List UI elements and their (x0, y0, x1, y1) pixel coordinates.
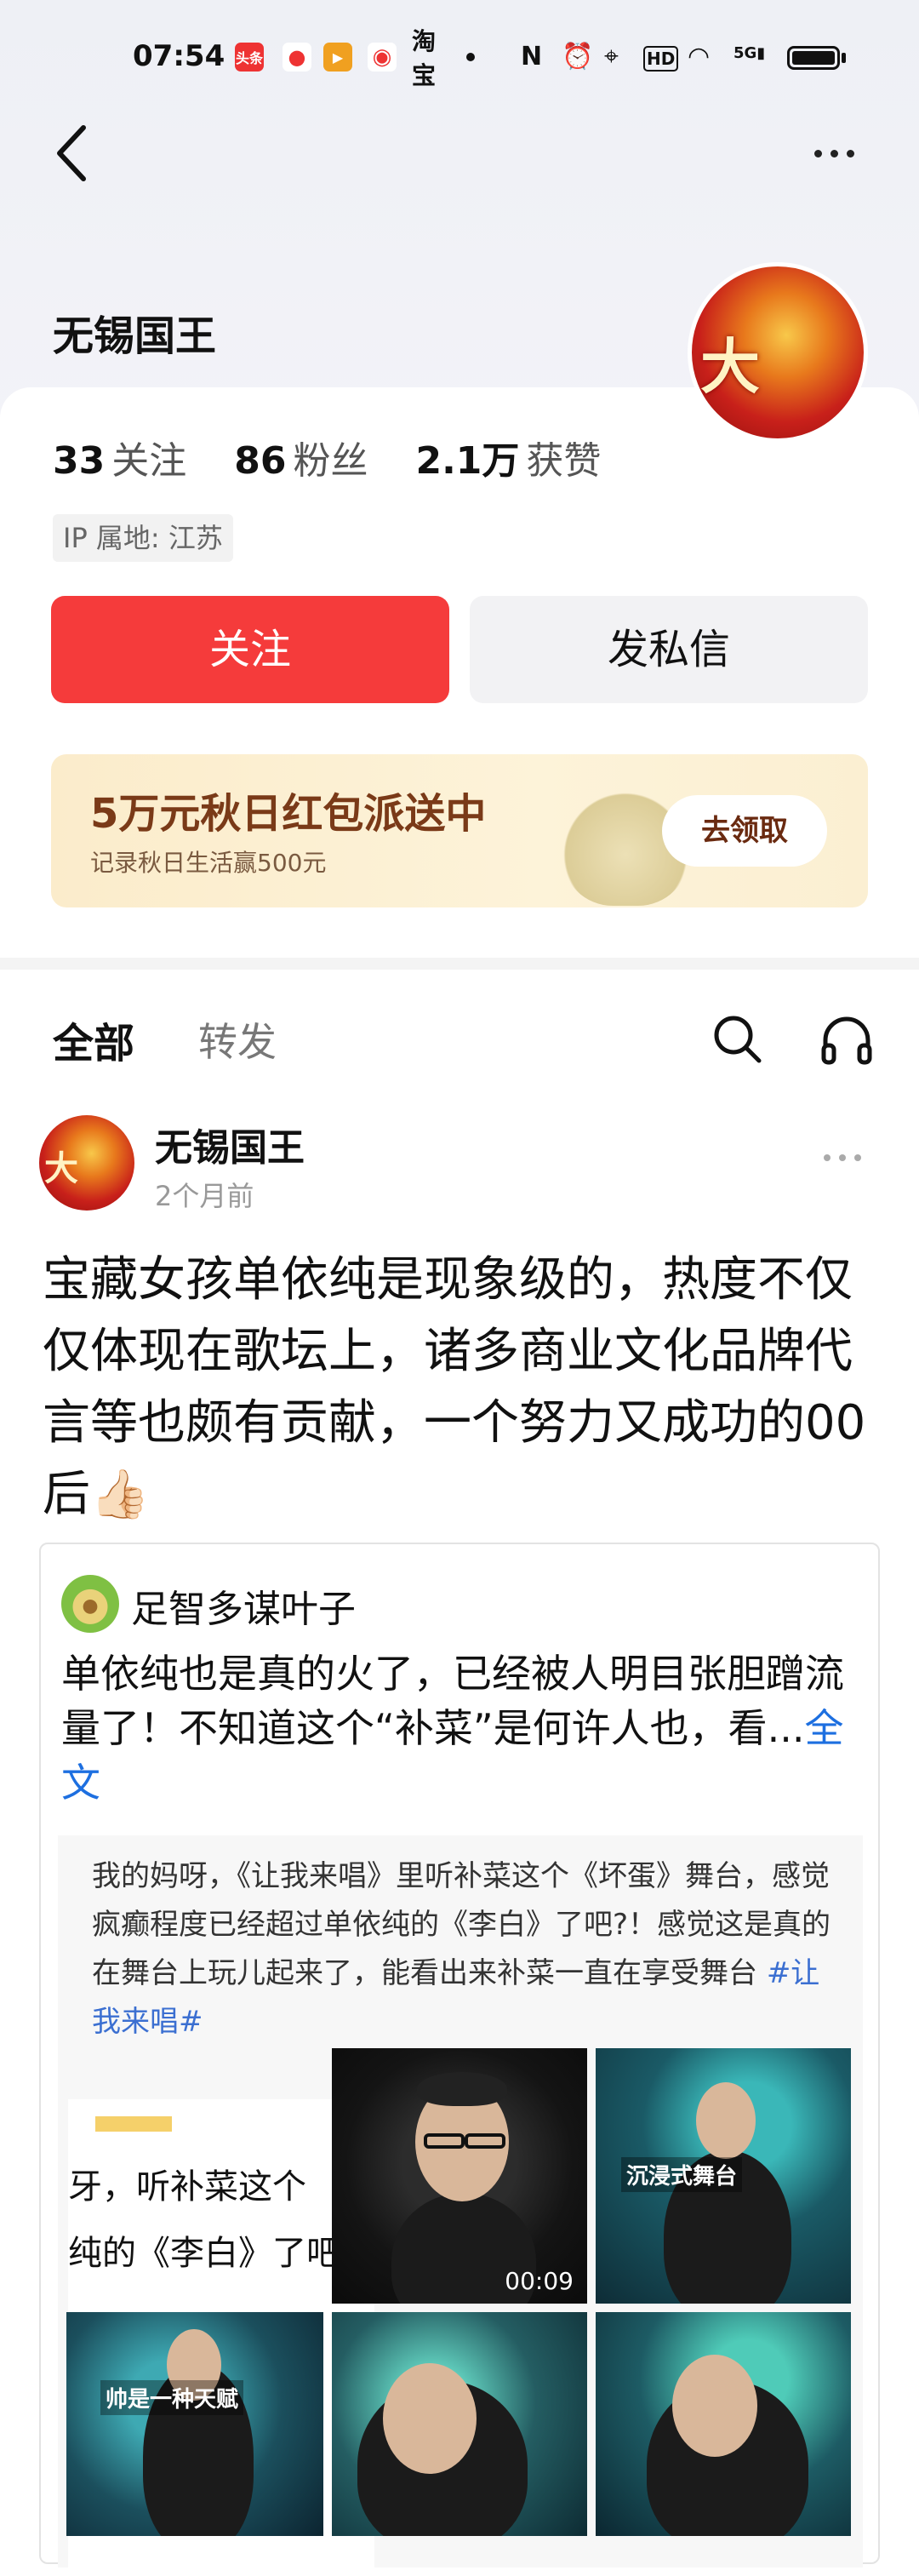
weibo-icon: ◉ (368, 43, 397, 72)
profile-stats: 33 关注 86 粉丝 2.1万 获赞 (53, 430, 601, 484)
battery-icon (787, 46, 840, 70)
tab-repost[interactable]: 转发 (198, 1011, 277, 1068)
nfc-icon: N (521, 42, 543, 72)
wifi-icon: ◠ (688, 42, 711, 72)
following-stat[interactable]: 33 关注 (53, 430, 186, 484)
screenshot-text-line: 纯的《李白》了吧 (68, 2234, 340, 2273)
5g-signal-icon: 5G▮ (733, 44, 766, 62)
ip-location-tag: IP 属地: 江苏 (53, 514, 233, 562)
profile-name: 无锡国王 (53, 312, 217, 360)
screenshot-text-line: 牙，听补菜这个 (68, 2167, 306, 2207)
image-thumbnail[interactable] (596, 2312, 851, 2536)
image-thumbnail[interactable] (332, 2312, 587, 2536)
image-thumbnail[interactable]: 沉浸式舞台 (596, 2048, 851, 2304)
alarm-icon: ⏰ (562, 42, 594, 72)
inner-post-text: 我的妈呀，《让我来唱》里听补菜这个《坏蛋》舞台，感觉疯癫程度已经超过单依纯的《李… (92, 1859, 831, 2039)
profile-avatar[interactable]: 大 (688, 262, 868, 443)
hd-icon: HD (643, 46, 679, 72)
notification-dot-icon (466, 53, 475, 61)
status-time: 07:54 (133, 39, 225, 73)
tab-all[interactable]: 全部 (53, 1010, 134, 1069)
promo-subtitle: 记录秋日生活赢500元 (90, 849, 327, 877)
image-caption: 沉浸式舞台 (621, 2157, 743, 2192)
post-text[interactable]: 宝藏女孩单依纯是现象级的，热度不仅仅体现在歌坛上，诸多商业文化品牌代言等也颇有贡… (43, 1245, 885, 1531)
headphones-icon[interactable] (817, 1010, 876, 1069)
status-bar: 07:54 头条 ● ▶ ◉ 淘宝 N ⏰ ⌖ HD ◠ 5G▮ (0, 27, 919, 89)
location-icon: ⌖ (604, 42, 619, 72)
video-app-icon: ▶ (323, 43, 352, 72)
image-caption: 帅是一种天赋 (100, 2380, 244, 2415)
thumbs-up-emoji: 👍🏻 (90, 1467, 150, 1522)
image-thumbnail[interactable]: 帅是一种天赋 (66, 2312, 323, 2536)
promo-claim-button[interactable]: 去领取 (662, 795, 827, 867)
promo-title: 5万元秋日红包派送中 (90, 790, 487, 838)
message-button[interactable]: 发私信 (470, 596, 868, 703)
video-thumbnail[interactable]: 00:09 (332, 2048, 587, 2304)
section-divider (0, 958, 919, 970)
more-icon (800, 128, 868, 179)
back-button[interactable] (51, 119, 94, 187)
avatar-text: 大 (700, 332, 760, 402)
promo-banner[interactable]: 5万元秋日红包派送中 记录秋日生活赢500元 去领取 (51, 754, 868, 907)
post-author-avatar[interactable]: 大 (39, 1115, 134, 1211)
follow-button[interactable]: 关注 (51, 596, 449, 703)
map-pin-icon: ● (283, 43, 311, 72)
search-icon[interactable] (708, 1010, 768, 1069)
post-author-name[interactable]: 无锡国王 (155, 1117, 305, 1171)
quoted-user-avatar[interactable] (61, 1575, 119, 1633)
post-more-button[interactable] (808, 1141, 876, 1175)
toutiao-app-icon: 头条 (235, 43, 264, 72)
post-timestamp: 2个月前 (155, 1180, 254, 1212)
video-duration: 00:09 (505, 2267, 574, 2295)
more-button[interactable] (800, 128, 868, 179)
taobao-icon: 淘宝 (412, 27, 437, 89)
quoted-user-name[interactable]: 足智多谋叶子 (131, 1578, 356, 1633)
back-arrow-icon (57, 125, 86, 181)
followers-stat[interactable]: 86 粉丝 (234, 430, 368, 484)
likes-stat[interactable]: 2.1万 获赞 (415, 430, 601, 484)
more-icon (808, 1141, 876, 1175)
quoted-text: 单依纯也是真的火了，已经被人明目张胆蹭流量了！不知道这个“补菜”是何许人也，看.… (61, 1651, 844, 1806)
